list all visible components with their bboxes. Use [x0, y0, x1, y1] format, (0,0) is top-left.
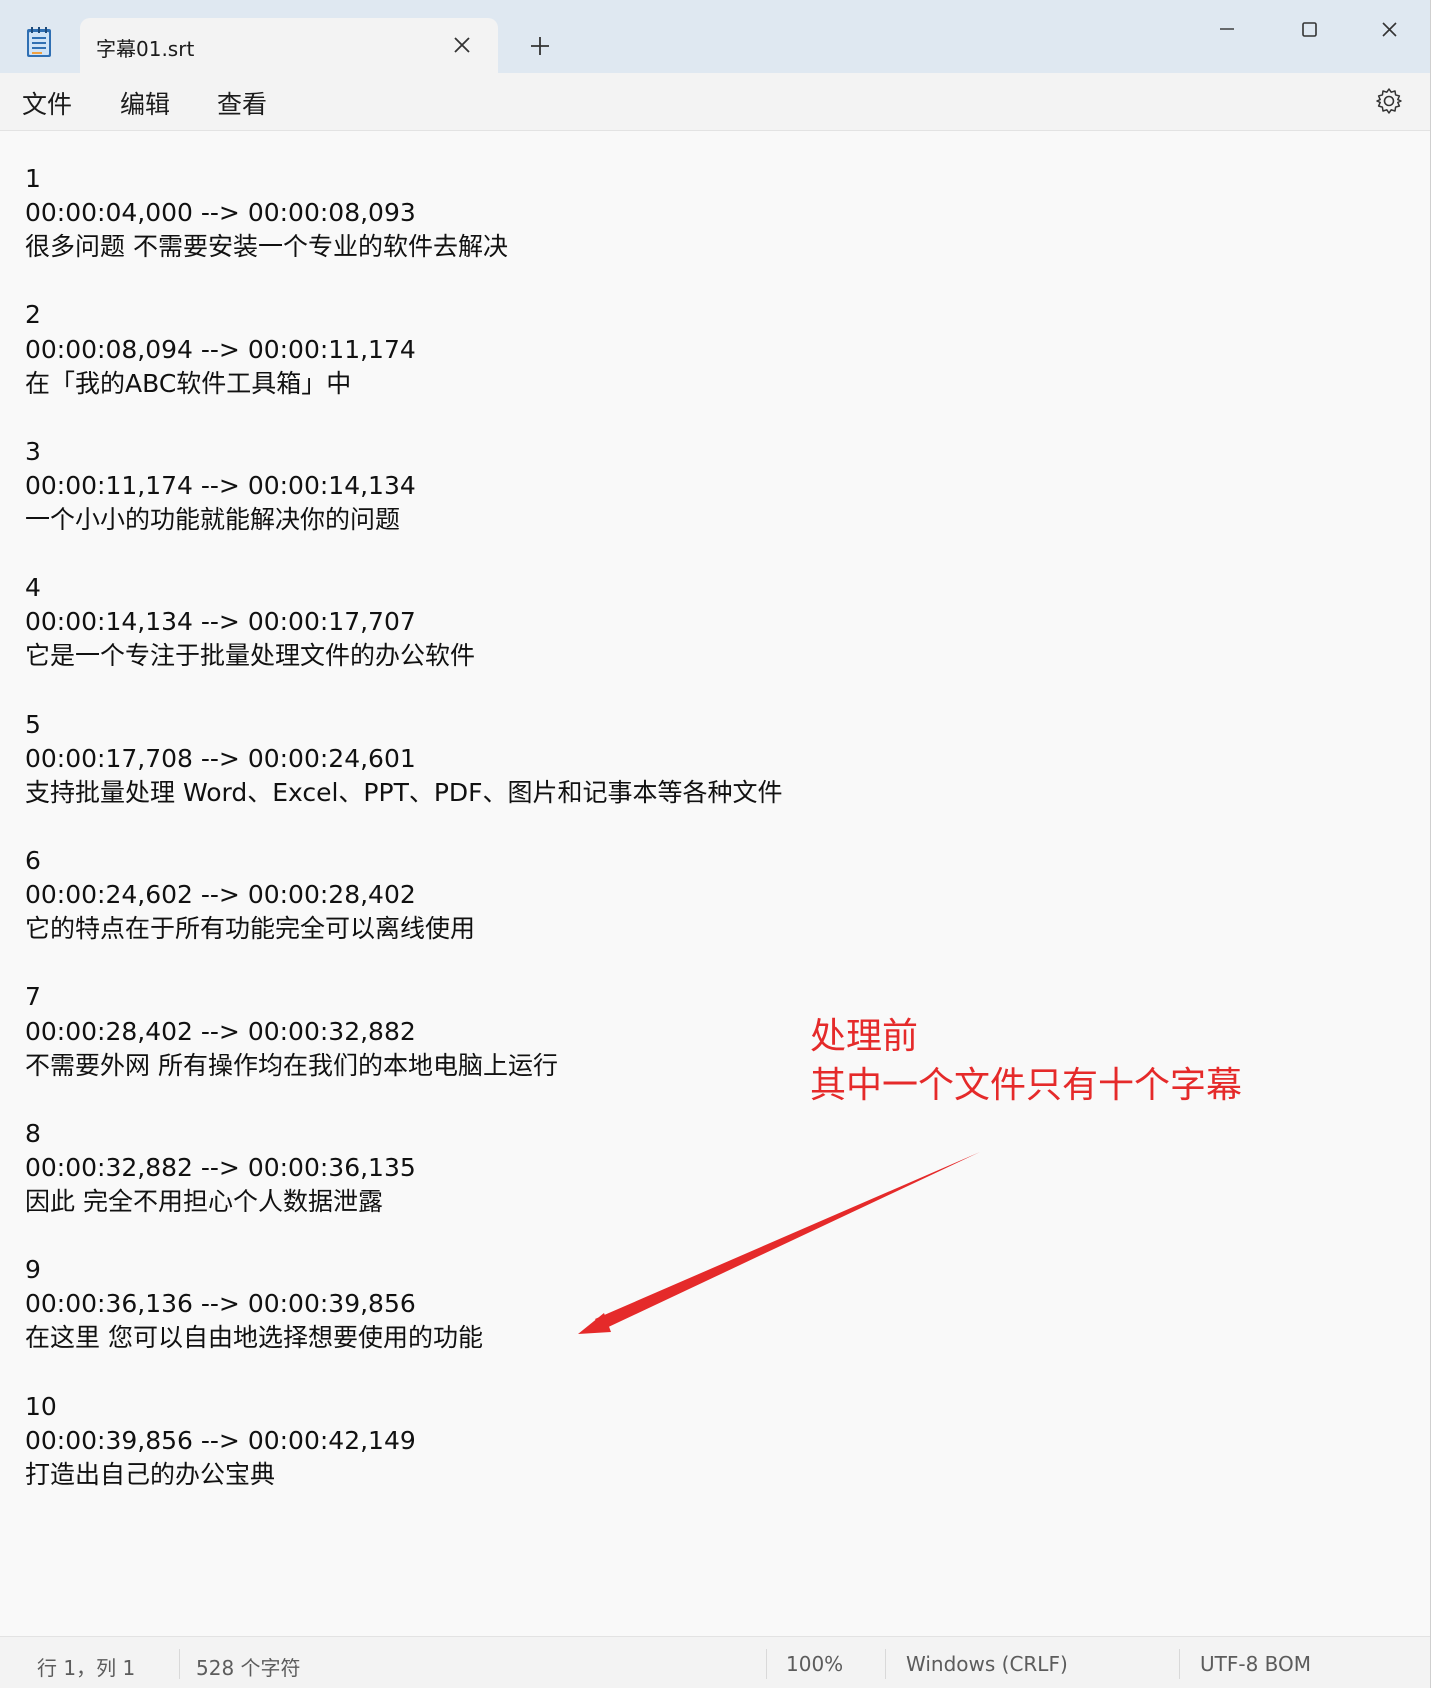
encoding[interactable]: UTF-8 BOM — [1200, 1652, 1311, 1676]
notepad-window: 字幕01.srt 文件 编辑 查看 1 00:00:04,000 --> 00:0… — [0, 0, 1431, 1688]
cursor-position: 行 1，列 1 — [37, 1656, 136, 1680]
status-divider — [179, 1649, 180, 1679]
title-bar: 字幕01.srt — [0, 0, 1430, 73]
status-divider — [1179, 1649, 1180, 1679]
status-bar: 行 1，列 1 528 个字符 100% Windows (CRLF) UTF-… — [0, 1636, 1430, 1688]
new-tab-plus-icon[interactable] — [524, 30, 556, 62]
status-divider — [885, 1649, 886, 1679]
line-ending[interactable]: Windows (CRLF) — [906, 1652, 1068, 1676]
close-window-icon[interactable] — [1372, 12, 1406, 46]
status-divider — [766, 1649, 767, 1679]
menu-file[interactable]: 文件 — [22, 85, 72, 121]
notepad-app-icon — [27, 27, 51, 57]
menu-view[interactable]: 查看 — [217, 85, 267, 121]
minimize-icon[interactable] — [1210, 12, 1244, 46]
menu-edit[interactable]: 编辑 — [120, 85, 170, 121]
red-arrow-annotation — [578, 1152, 980, 1334]
text-editor-area[interactable]: 1 00:00:04,000 --> 00:00:08,093 很多问题 不需要安装… — [0, 131, 1430, 1636]
zoom-level[interactable]: 100% — [786, 1652, 843, 1676]
gear-icon[interactable] — [1374, 86, 1404, 116]
maximize-icon[interactable] — [1292, 12, 1326, 46]
menu-bar: 文件 编辑 查看 — [0, 73, 1430, 131]
character-count: 528 个字符 — [196, 1656, 301, 1680]
tab-subtitle-file[interactable]: 字幕01.srt — [80, 18, 498, 73]
tab-close-icon[interactable] — [448, 31, 476, 59]
tab-title: 字幕01.srt — [96, 37, 195, 61]
